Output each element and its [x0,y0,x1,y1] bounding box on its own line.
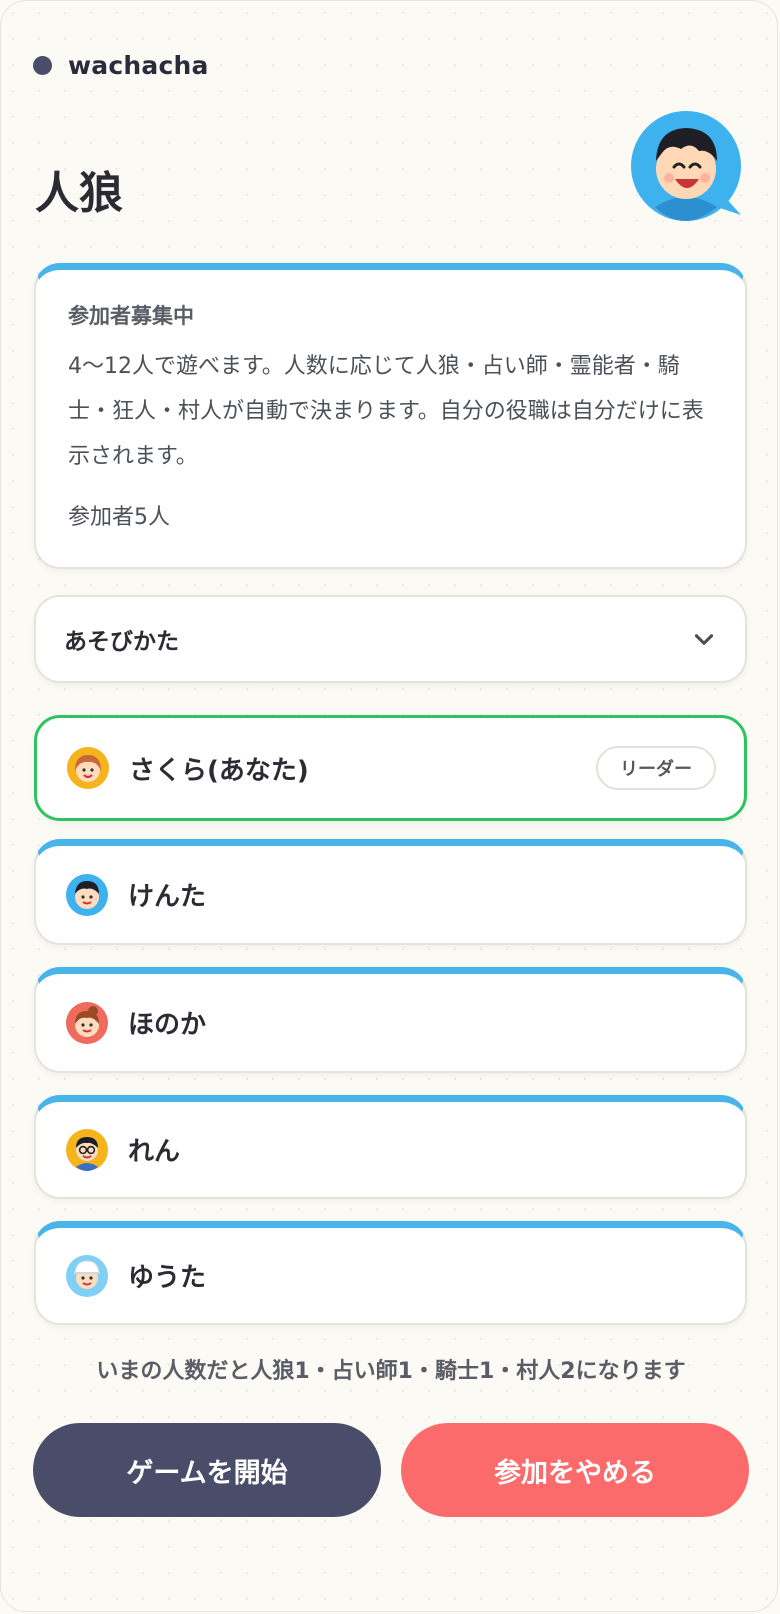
player-name: ゆうた [128,1263,207,1293]
start-game-button[interactable]: ゲームを開始 [33,1423,381,1517]
player-name: ほのか [128,1010,207,1040]
brand: wachacha [33,51,209,80]
player-name: さくら(あなた) [129,755,309,786]
player-row: れん [34,1095,747,1199]
player-row-you: さくら(あなた) リーダー [34,715,747,821]
boy-avatar-icon [66,873,108,916]
lobby-screen: wachacha 人狼 参加者募集中 4〜12人で遊べます。人数に応じて人狼・占… [0,0,778,1612]
player-name: けんた [128,882,207,912]
brand-name: wachacha [68,51,209,80]
participant-count: 参加者5人 [68,505,170,530]
role-distribution-hint: いまの人数だと人狼1・占い師1・騎士1・村人2になります [96,1359,686,1384]
recruiting-status: 参加者募集中 [68,304,194,328]
mascot-avatar-icon [631,111,741,221]
cap-avatar-icon [66,1254,108,1297]
player-name: れん [128,1137,181,1167]
room-info-card: 参加者募集中 4〜12人で遊べます。人数に応じて人狼・占い師・霊能者・騎士・狂人… [34,263,747,569]
player-row: ほのか [34,967,747,1073]
player-row: けんた [34,839,747,945]
howto-accordion[interactable]: あそびかた [34,595,747,683]
game-description: 4〜12人で遊べます。人数に応じて人狼・占い師・霊能者・騎士・狂人・村人が自動で… [68,354,704,469]
howto-label: あそびかた [64,629,179,655]
page-title: 人狼 [35,168,123,219]
leave-game-button[interactable]: 参加をやめる [401,1423,749,1517]
leader-badge: リーダー [596,746,716,790]
girl-avatar-icon [66,1001,108,1044]
glasses-avatar-icon [66,1128,108,1171]
brand-dot-icon [33,56,52,75]
girl-avatar-icon [67,747,109,789]
player-row: ゆうた [34,1221,747,1325]
chevron-down-icon [694,634,714,645]
